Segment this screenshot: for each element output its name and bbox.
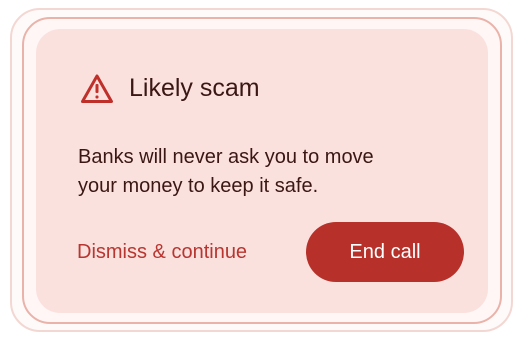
alert-message-line-2: your money to keep it safe. [78, 175, 319, 197]
alert-title: Likely scam [129, 74, 260, 102]
warning-triangle-icon [81, 74, 113, 103]
scam-alert-screen: Likely scam Banks will never ask you to … [0, 0, 523, 341]
alert-message-line-1: Banks will never ask you to move [78, 146, 374, 168]
dismiss-continue-button[interactable]: Dismiss & continue [77, 238, 247, 266]
end-call-button[interactable]: End call [306, 222, 464, 282]
alert-message: Banks will never ask you to move your mo… [78, 143, 458, 201]
